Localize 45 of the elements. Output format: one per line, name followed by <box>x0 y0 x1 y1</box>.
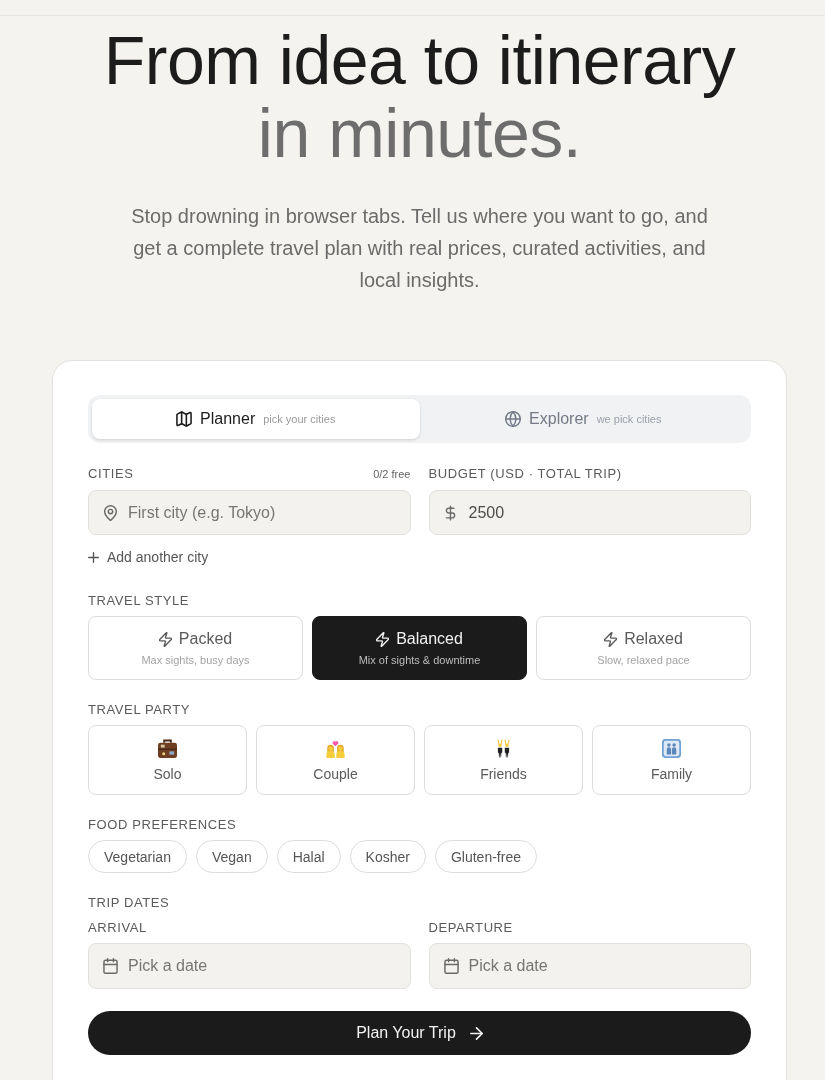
travel-party-option[interactable]: Friends <box>424 725 583 795</box>
calendar-icon <box>443 958 459 974</box>
mode-tab[interactable]: Explorer we pick cities <box>419 399 747 439</box>
food-option[interactable]: Halal <box>276 840 341 873</box>
calendar-icon <box>103 958 118 974</box>
food-option[interactable]: Vegan <box>195 840 268 873</box>
travel-style-label: TRAVEL STYLE <box>88 594 190 608</box>
headline: From idea to itinerary <box>103 22 736 98</box>
mode-tab[interactable]: Planner pick your cities <box>92 399 420 439</box>
lightning-icon <box>604 631 618 647</box>
arrival-date-input[interactable]: Pick a date <box>88 943 411 989</box>
travel-style-option[interactable]: Packed Max sights, busy days <box>88 616 303 680</box>
travel-style-option[interactable]: Balanced Mix of sights & downtime <box>312 616 527 680</box>
free-quota-text: 0/2 free <box>373 467 411 481</box>
headline-accent: in minutes. <box>257 95 582 171</box>
map-icon <box>176 411 193 427</box>
trip-dates-label: TRIP DATES <box>88 896 170 910</box>
food-option[interactable]: Vegetarian <box>88 840 187 873</box>
food-option[interactable]: Kosher <box>349 840 426 873</box>
departure-label: DEPARTURE <box>428 921 513 935</box>
plus-icon <box>88 551 99 563</box>
plan-trip-button[interactable]: Plan Your Trip <box>88 1011 751 1055</box>
budget-input[interactable]: 2500 <box>428 490 751 535</box>
people-tile-icon <box>662 738 681 758</box>
cities-label: CITIES <box>88 467 134 481</box>
suitcase-icon <box>158 738 177 758</box>
food-option[interactable]: Gluten-free <box>434 840 537 873</box>
globe-icon <box>505 411 522 427</box>
food-preferences-label: FOOD PREFERENCES <box>88 818 237 832</box>
dollar-icon <box>444 504 456 521</box>
travel-party-option[interactable]: Solo <box>88 725 247 795</box>
travel-style-option[interactable]: Relaxed Slow, relaxed pace <box>536 616 751 680</box>
travel-party-label: TRAVEL PARTY <box>88 703 191 717</box>
departure-date-input[interactable]: Pick a date <box>428 943 751 989</box>
map-pin-icon <box>103 504 118 521</box>
arrival-label: ARRIVAL <box>88 921 147 935</box>
couple-heart-icon <box>326 738 345 758</box>
travel-party-option[interactable]: Family <box>592 725 751 795</box>
budget-label: BUDGET (USD · TOTAL TRIP) <box>428 467 622 481</box>
city-input[interactable]: First city (e.g. Tokyo) <box>88 490 411 535</box>
travel-party-option[interactable]: Couple <box>256 725 415 795</box>
lightning-icon <box>158 631 172 647</box>
hero-subtitle: Stop drowning in browser tabs. Tell us where you want to go, and get a complete travel plan with real prices, curated activities, and local insights. <box>130 204 709 293</box>
lightning-icon <box>376 631 390 647</box>
add-city-button[interactable]: Add another city <box>88 548 209 566</box>
